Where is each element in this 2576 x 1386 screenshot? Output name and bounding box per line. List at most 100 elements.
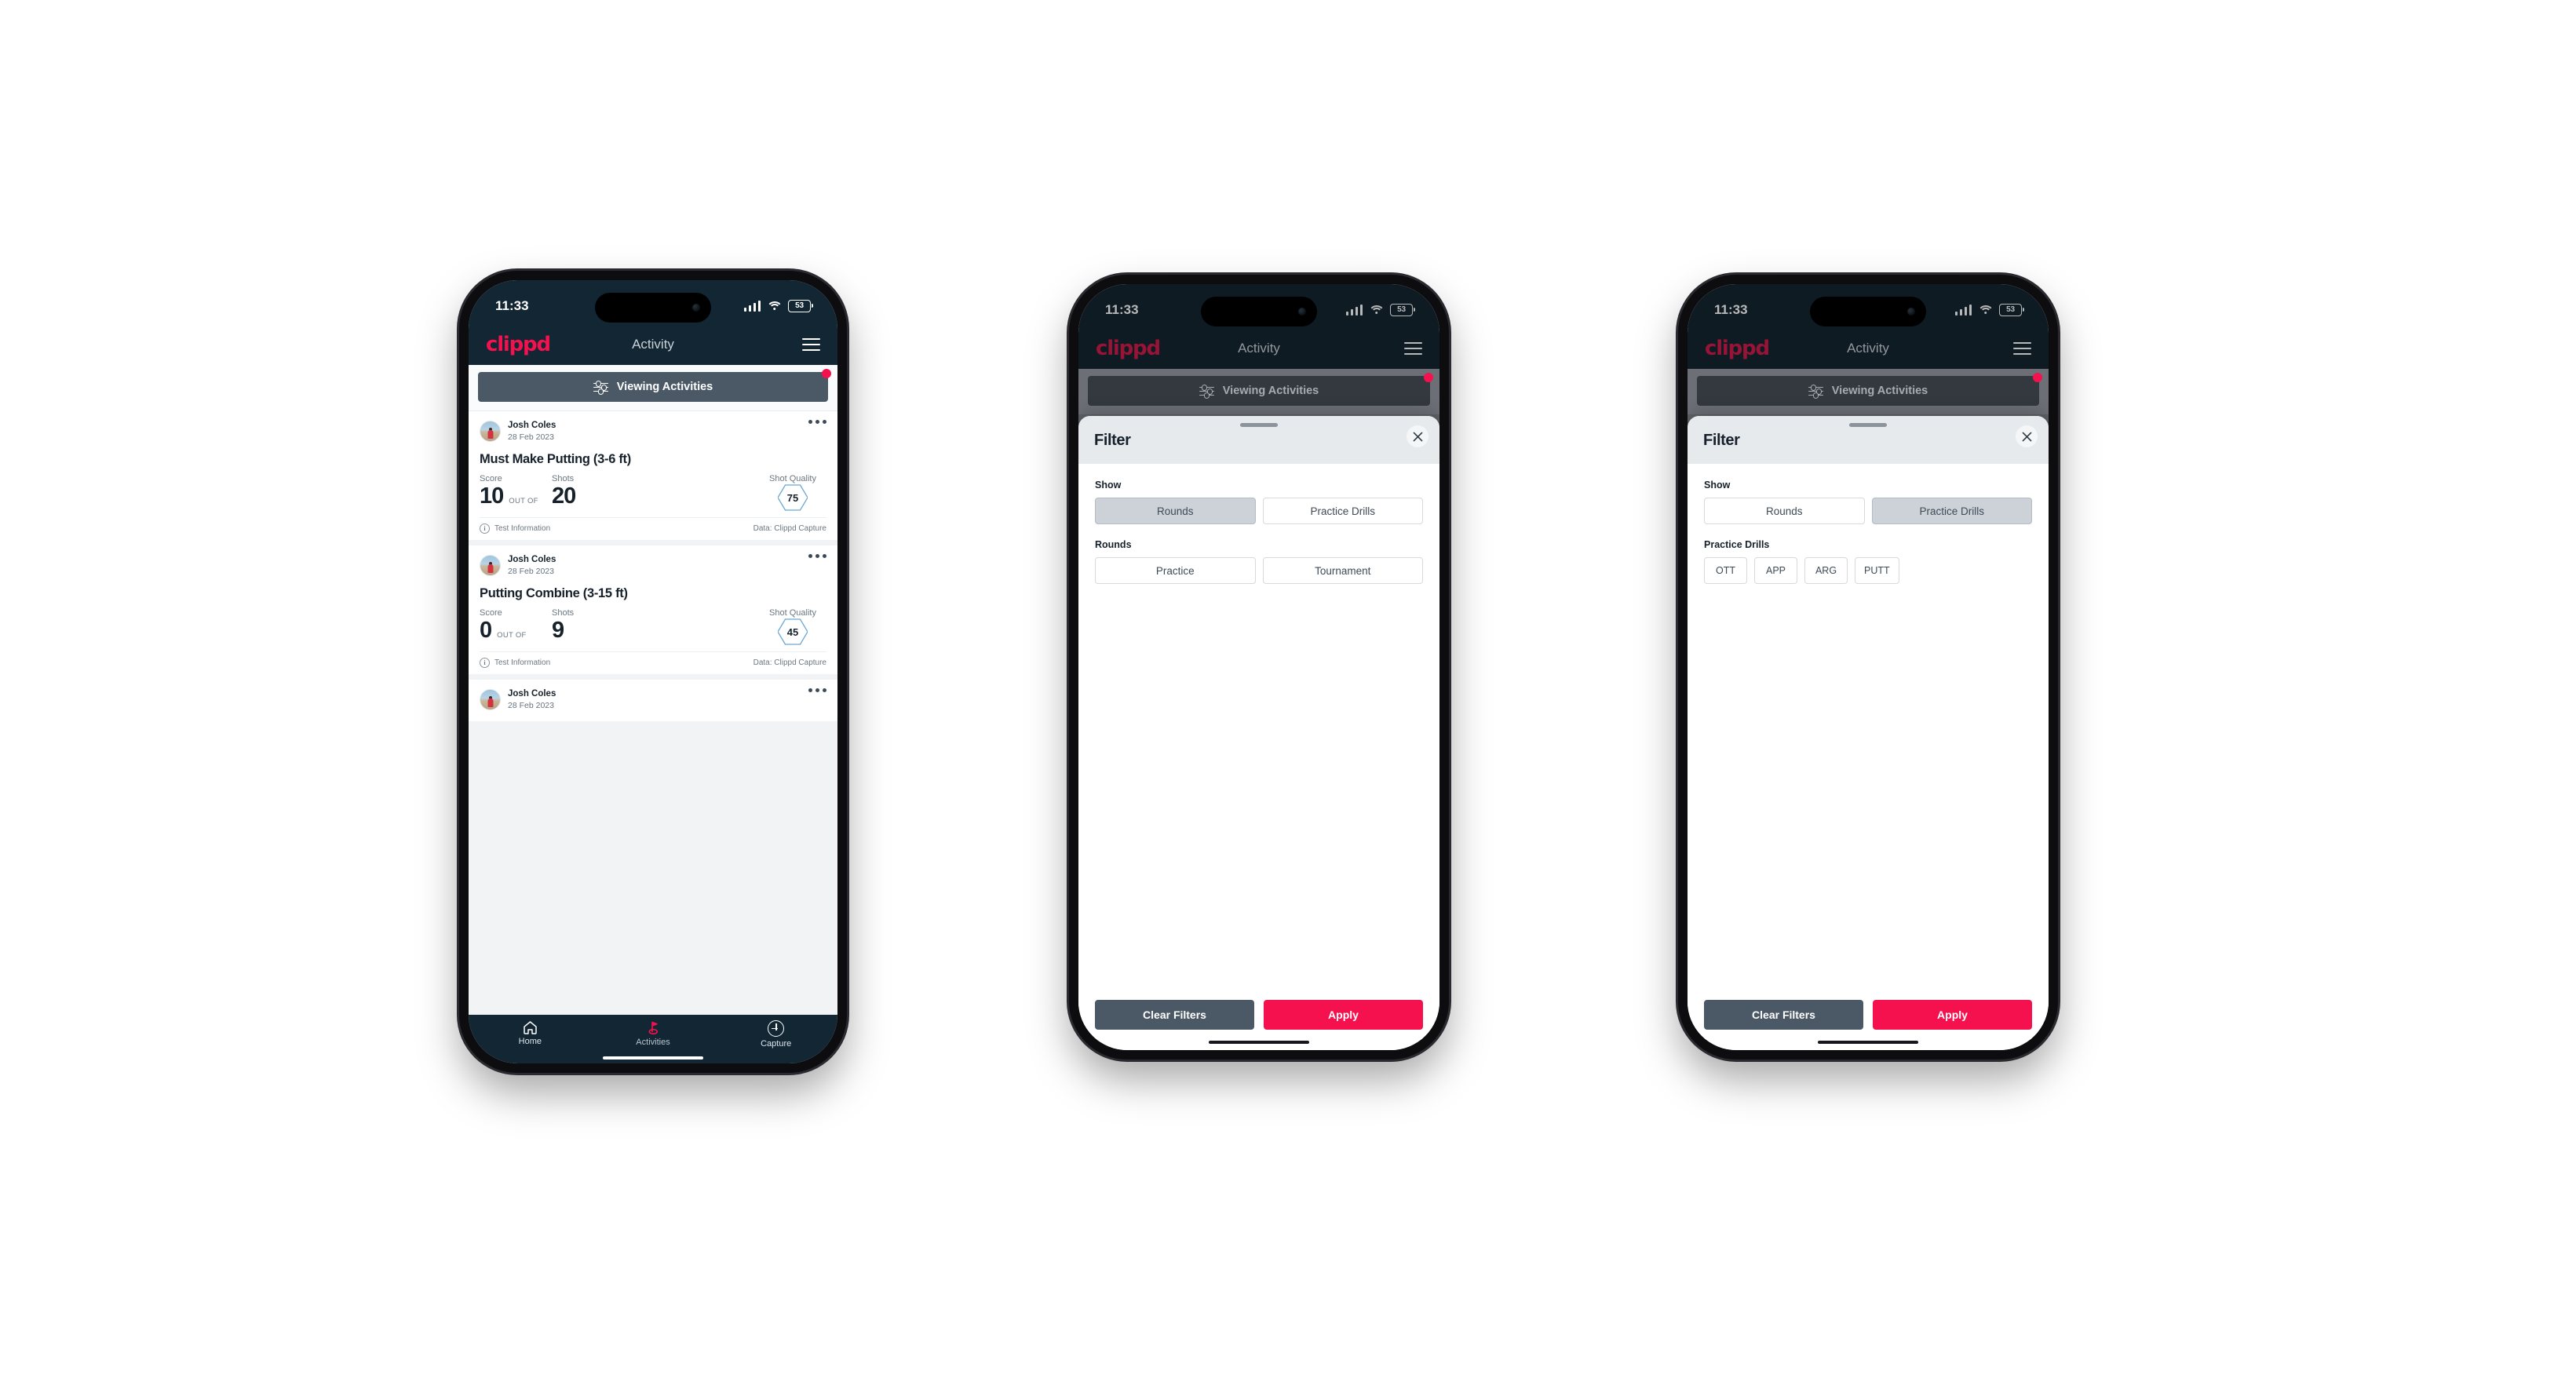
- filter-sheet-body: Show Rounds Practice Drills Rounds Pract…: [1078, 464, 1439, 1000]
- chip-practice-drills[interactable]: Practice Drills: [1262, 498, 1423, 524]
- card-user-info: Josh Coles 28 Feb 2023: [508, 421, 556, 441]
- user-name: Josh Coles: [508, 421, 556, 431]
- score-value: 10: [480, 483, 504, 509]
- filter-bar-container: Viewing Activities: [1688, 369, 2049, 415]
- viewing-activities-label: Viewing Activities: [616, 381, 713, 393]
- nav-item-capture[interactable]: Capture: [714, 1020, 837, 1049]
- viewing-activities-label: Viewing Activities: [1222, 385, 1319, 397]
- chip-ott[interactable]: OTT: [1704, 557, 1747, 584]
- close-x-icon[interactable]: [1407, 425, 1428, 447]
- clippd-logo: clippd: [486, 333, 551, 356]
- chip-rounds[interactable]: Rounds: [1704, 498, 1865, 524]
- activity-feed[interactable]: Josh Coles 28 Feb 2023 Must Make Putting…: [469, 411, 837, 1015]
- chip-tournament[interactable]: Tournament: [1262, 557, 1423, 584]
- clear-filters-button[interactable]: Clear Filters: [1704, 1000, 1863, 1030]
- filter-active-badge: [1424, 373, 1433, 382]
- status-bar-indicators: 53: [1954, 304, 2024, 316]
- dynamic-island: [1810, 297, 1926, 326]
- out-of-label: OUT OF: [509, 497, 538, 505]
- card-user-info: Josh Coles 28 Feb 2023: [508, 689, 556, 709]
- metric-shots: Shots 20: [552, 474, 759, 508]
- shot-quality-label: Shot Quality: [769, 608, 816, 618]
- chip-practice[interactable]: Practice: [1095, 557, 1256, 584]
- status-bar-indicators: 53: [743, 300, 813, 312]
- hamburger-menu-icon[interactable]: [2013, 341, 2031, 356]
- nav-item-activities[interactable]: Activities: [592, 1020, 715, 1047]
- clippd-logo: clippd: [1096, 337, 1161, 360]
- golf-flag-icon: [646, 1020, 661, 1035]
- score-label: Score: [480, 474, 502, 483]
- filter-sheet-body: Show Rounds Practice Drills Practice Dri…: [1688, 464, 2049, 1000]
- battery-level: 53: [2006, 305, 2015, 314]
- apply-button[interactable]: Apply: [1264, 1000, 1423, 1030]
- apply-button[interactable]: Apply: [1873, 1000, 2032, 1030]
- front-camera-icon: [1298, 308, 1306, 315]
- home-indicator: [1209, 1040, 1309, 1044]
- filter-active-badge: [2033, 373, 2042, 382]
- chip-rounds[interactable]: Rounds: [1095, 498, 1256, 524]
- card-more-options-icon[interactable]: [808, 554, 826, 558]
- viewing-activities-button[interactable]: Viewing Activities: [478, 369, 831, 402]
- metric-shots: Shots 9: [552, 608, 759, 642]
- dynamic-island: [1201, 297, 1317, 326]
- sheet-grabber-handle[interactable]: [1849, 423, 1887, 427]
- home-icon: [523, 1020, 538, 1034]
- nav-label-home: Home: [518, 1037, 542, 1046]
- nav-label-capture: Capture: [761, 1039, 792, 1049]
- hamburger-menu-icon[interactable]: [1404, 341, 1422, 356]
- card-header: Josh Coles 28 Feb 2023: [480, 689, 826, 710]
- front-camera-icon: [692, 304, 700, 312]
- nav-item-home[interactable]: Home: [469, 1020, 592, 1046]
- chip-practice-drills[interactable]: Practice Drills: [1871, 498, 2032, 524]
- test-information-label: Test Information: [494, 658, 551, 667]
- metric-score: Score 10 OUT OF: [480, 474, 552, 508]
- activity-card[interactable]: Josh Coles 28 Feb 2023: [469, 680, 837, 721]
- viewing-activities-button[interactable]: Viewing Activities: [1697, 373, 2042, 406]
- chip-putt[interactable]: PUTT: [1855, 557, 1899, 584]
- avatar: [480, 689, 501, 710]
- clear-filters-button[interactable]: Clear Filters: [1095, 1000, 1254, 1030]
- card-more-options-icon[interactable]: [808, 420, 826, 424]
- viewing-activities-label: Viewing Activities: [1831, 385, 1928, 397]
- filter-sheet: Filter Show Rounds Practice Drills Round…: [1078, 416, 1439, 1050]
- activity-date: 28 Feb 2023: [508, 700, 554, 710]
- sheet-grabber-handle[interactable]: [1240, 423, 1278, 427]
- card-more-options-icon[interactable]: [808, 688, 826, 692]
- activity-date: 28 Feb 2023: [508, 566, 554, 576]
- card-metrics: Score 10 OUT OF Shots 20 Shot Quality 75: [480, 474, 826, 517]
- viewing-activities-button[interactable]: Viewing Activities: [1088, 373, 1433, 406]
- user-name: Josh Coles: [508, 689, 556, 699]
- show-section-label: Show: [1704, 480, 1731, 491]
- card-footer: i Test Information Data: Clippd Capture: [480, 517, 826, 540]
- battery-icon: 53: [1999, 304, 2024, 316]
- card-footer: i Test Information Data: Clippd Capture: [480, 651, 826, 674]
- shot-quality-hexagon: 45: [778, 618, 808, 645]
- status-bar-time: 11:33: [495, 298, 529, 313]
- phone-1-screen: 11:33 53 clippd Activity Viewing Activit…: [469, 280, 837, 1063]
- chip-app[interactable]: APP: [1754, 557, 1797, 584]
- app-bar: clippd Activity: [469, 324, 837, 365]
- close-x-icon[interactable]: [2016, 425, 2038, 447]
- sliders-filter-icon: [1199, 385, 1214, 399]
- test-information-link[interactable]: i Test Information: [480, 658, 550, 668]
- app-bar: clippd Activity: [1688, 328, 2049, 369]
- show-options-group: Rounds Practice Drills: [1704, 498, 2032, 524]
- clippd-logo: clippd: [1705, 337, 1770, 360]
- activity-card[interactable]: Josh Coles 28 Feb 2023 Must Make Putting…: [469, 411, 837, 540]
- wifi-icon: [766, 301, 783, 312]
- phone-3-filter-practice-drills: 11:33 53 clippd Activity Viewing Activit…: [1678, 275, 2058, 1060]
- card-user-info: Josh Coles 28 Feb 2023: [508, 555, 556, 575]
- chip-arg[interactable]: ARG: [1804, 557, 1848, 584]
- status-bar-indicators: 53: [1345, 304, 1415, 316]
- app-bar: clippd Activity: [1078, 328, 1439, 369]
- activity-card[interactable]: Josh Coles 28 Feb 2023 Putting Combine (…: [469, 545, 837, 674]
- bottom-navigation: Home Activities Capture: [469, 1015, 837, 1063]
- cellular-signal-icon: [1345, 305, 1363, 315]
- test-information-link[interactable]: i Test Information: [480, 523, 550, 534]
- sliders-filter-icon: [593, 381, 608, 395]
- shots-label: Shots: [552, 474, 575, 483]
- card-metrics: Score 0 OUT OF Shots 9 Shot Quality 45: [480, 608, 826, 651]
- sliders-filter-icon: [1808, 385, 1823, 399]
- shot-quality-label: Shot Quality: [769, 474, 816, 483]
- hamburger-menu-icon[interactable]: [802, 337, 820, 352]
